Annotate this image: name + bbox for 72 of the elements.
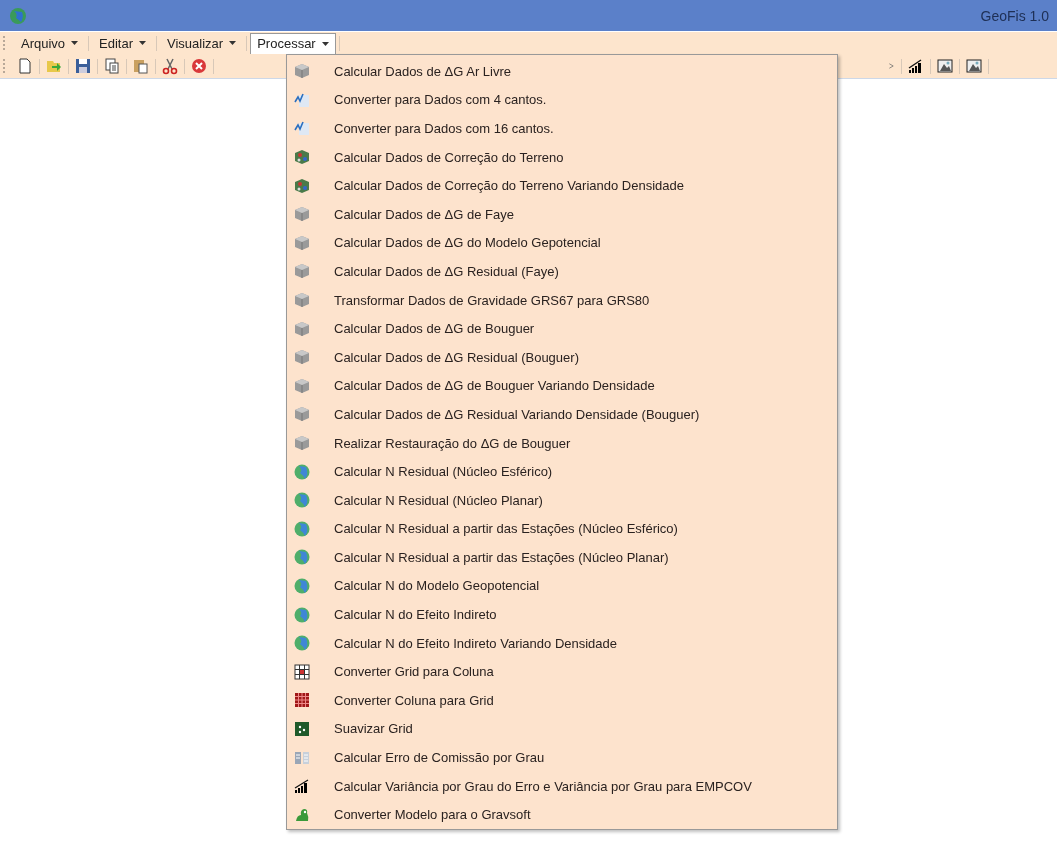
document-icon — [294, 120, 310, 137]
globe-icon — [294, 520, 310, 537]
menu-item[interactable]: Realizar Restauração do ΔG de Bouguer — [287, 428, 837, 458]
caret-icon — [321, 41, 329, 46]
menu-item[interactable]: Calcular Dados de Correção do Terreno Variando Densidade — [287, 171, 837, 200]
menu-item[interactable]: Calcular Dados de ΔG Residual (Bouguer) — [287, 342, 837, 372]
menu-item[interactable]: Suavizar Grid — [287, 714, 837, 744]
globe-icon — [294, 635, 310, 652]
cube-icon — [294, 320, 310, 337]
cube-icon — [294, 377, 310, 394]
cube-icon — [294, 234, 310, 251]
copy-icon[interactable] — [103, 57, 121, 75]
caret-icon — [139, 41, 147, 45]
globe-icon — [9, 6, 27, 25]
globe-icon — [294, 606, 310, 623]
terrain-cube-icon — [294, 149, 310, 166]
cube-icon — [294, 349, 310, 366]
menu-item[interactable]: Calcular N Residual (Núcleo Esférico) — [287, 457, 837, 486]
globe-icon — [294, 463, 310, 480]
paste-icon[interactable] — [132, 57, 150, 75]
menu-item[interactable]: Calcular N do Modelo Geopotencial — [287, 571, 837, 601]
menu-item[interactable]: Calcular N Residual (Núcleo Planar) — [287, 485, 837, 515]
cube-icon — [294, 406, 310, 423]
menu-item[interactable]: Calcular N do Efeito Indireto — [287, 600, 837, 629]
menu-item[interactable]: Processar — [250, 32, 336, 55]
menu-item[interactable]: Arquivo — [14, 32, 86, 54]
cube-icon — [294, 263, 310, 280]
grid-icon — [294, 663, 310, 680]
globe-icon — [294, 492, 310, 509]
caret-icon — [71, 41, 79, 45]
menu-item[interactable]: Calcular Dados de ΔG do Modelo Gepotencial — [287, 228, 837, 258]
menu-item[interactable]: Calcular Dados de ΔG de Bouguer Variando Densidade — [287, 371, 837, 401]
table-icon — [294, 749, 310, 766]
dots-icon — [294, 720, 310, 737]
menu-item[interactable]: Calcular N Residual a partir das Estações (Núcleo Esférico) — [287, 514, 837, 544]
image-icon[interactable] — [965, 57, 983, 75]
menu-item[interactable]: Converter Coluna para Grid — [287, 686, 837, 715]
menu-item[interactable]: Calcular N Residual a partir das Estações (Núcleo Planar) — [287, 543, 837, 572]
menu-item[interactable]: Calcular Dados de ΔG Ar Livre — [287, 57, 837, 86]
menu-item[interactable]: Converter para Dados com 16 cantos. — [287, 114, 837, 143]
menu-item[interactable]: Converter para Dados com 4 cantos. — [287, 85, 837, 115]
menu-item[interactable]: Calcular Dados de ΔG Residual (Faye) — [287, 257, 837, 286]
menu-item[interactable]: Converter Modelo para o Gravsoft — [287, 800, 837, 830]
menu-item[interactable]: Converter Grid para Coluna — [287, 657, 837, 687]
delete-icon[interactable] — [190, 57, 208, 75]
menu-item[interactable]: Visualizar — [160, 32, 244, 54]
cube-icon — [294, 292, 310, 309]
menu-item[interactable]: Calcular Dados de ΔG de Bouguer — [287, 314, 837, 343]
new-document-icon[interactable] — [16, 57, 34, 75]
cube-icon — [294, 435, 310, 451]
caret-icon — [229, 41, 237, 45]
cube-icon — [294, 63, 310, 80]
globe-icon — [294, 549, 310, 566]
save-icon[interactable] — [74, 57, 92, 75]
menu-item[interactable]: Calcular Erro de Comissão por Grau — [287, 743, 837, 772]
creature-icon — [294, 806, 310, 823]
menu-item[interactable]: Calcular Variância por Grau do Erro e Variância por Grau para EMPCOV — [287, 771, 837, 801]
globe-icon — [294, 578, 310, 594]
menu-item[interactable]: Calcular Dados de Correção do Terreno — [287, 142, 837, 172]
menu-item[interactable]: Calcular Dados de ΔG de Faye — [287, 199, 837, 229]
bar-chart-icon — [294, 778, 310, 795]
document-icon — [294, 91, 310, 108]
window-title: GeoFis 1.0 — [980, 7, 1049, 24]
cube-icon — [294, 206, 310, 223]
menu-item[interactable]: Calcular N do Efeito Indireto Variando Densidade — [287, 628, 837, 658]
menu-item[interactable]: Transformar Dados de Gravidade GRS67 para GRS80 — [287, 285, 837, 315]
image-icon[interactable] — [936, 57, 954, 75]
terrain-cube-icon — [294, 177, 310, 194]
cut-icon[interactable] — [161, 57, 179, 75]
grid-icon — [294, 692, 310, 709]
menu-item[interactable]: Editar — [92, 32, 154, 54]
menu-item[interactable]: Calcular Dados de ΔG Residual Variando Densidade (Bouguer) — [287, 400, 837, 429]
